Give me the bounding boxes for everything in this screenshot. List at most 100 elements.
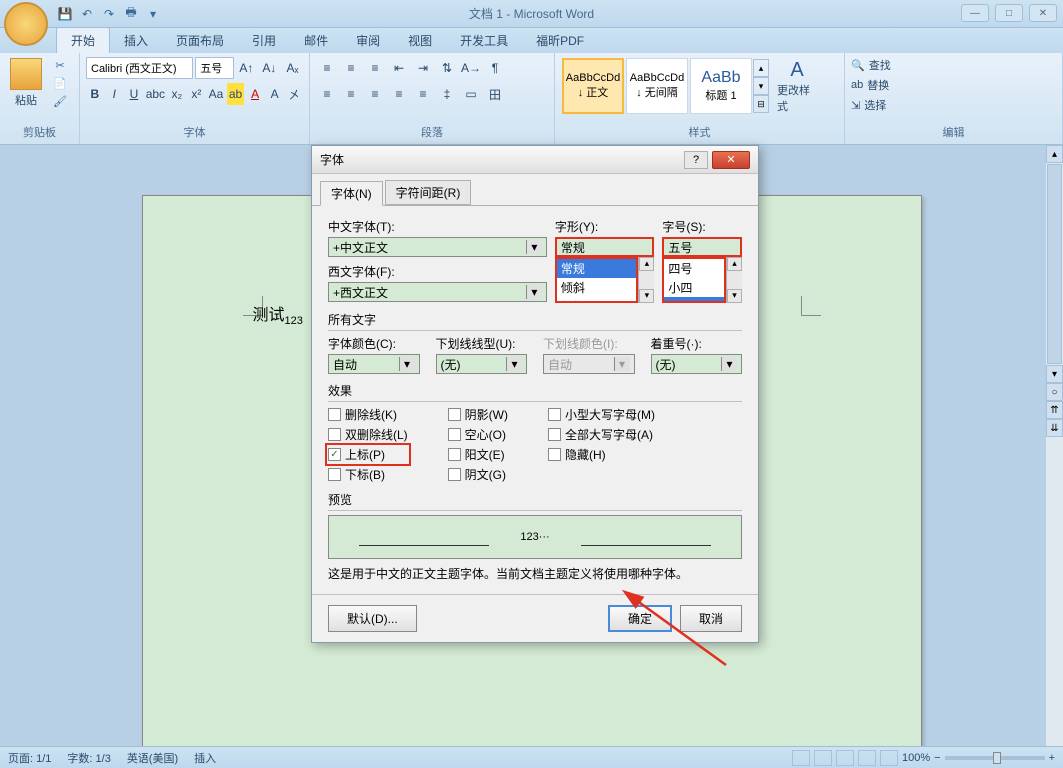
checkbox-engrave[interactable]: 阴文(G)	[448, 466, 508, 483]
paste-button[interactable]: 粘贴	[6, 58, 46, 108]
show-marks-button[interactable]: ¶	[484, 57, 506, 79]
align-left-button[interactable]: ≡	[316, 83, 338, 105]
tab-layout[interactable]: 页面布局	[162, 28, 238, 53]
find-button[interactable]: 🔍查找	[851, 57, 1056, 73]
tab-references[interactable]: 引用	[238, 28, 290, 53]
checkbox-outline[interactable]: 空心(O)	[448, 426, 508, 443]
font-size-selector[interactable]: 五号	[195, 57, 234, 79]
size-option-1[interactable]: 小四	[664, 278, 724, 297]
dialog-close-button[interactable]: ✕	[712, 151, 750, 169]
highlight-button[interactable]: ab	[227, 83, 245, 105]
zoom-in-button[interactable]: +	[1049, 752, 1055, 764]
dialog-help-button[interactable]: ?	[684, 151, 708, 169]
style-more-button[interactable]: ⊟	[753, 95, 769, 113]
dialog-tab-spacing[interactable]: 字符间距(R)	[385, 180, 472, 205]
style-up-button[interactable]: ▴	[753, 59, 769, 77]
subscript-button[interactable]: x₂	[168, 83, 186, 105]
italic-button[interactable]: I	[106, 83, 124, 105]
font-color-combo[interactable]: 自动▾	[328, 354, 420, 374]
change-case-button[interactable]: Aa	[207, 83, 225, 105]
view-draft-button[interactable]	[880, 750, 898, 766]
shrink-font-icon[interactable]: A↓	[259, 57, 280, 79]
bullets-button[interactable]: ≡	[316, 57, 338, 79]
zoom-slider[interactable]	[945, 756, 1045, 760]
document-text[interactable]: 测试123	[253, 301, 303, 327]
select-button[interactable]: ⇲选择	[851, 97, 1056, 113]
checkbox-subscript[interactable]: 下标(B)	[328, 466, 408, 483]
superscript-button[interactable]: x²	[188, 83, 206, 105]
checkbox-superscript[interactable]: ✓上标(P)	[325, 443, 411, 466]
scroll-down-icon[interactable]: ▾	[639, 289, 654, 303]
char-border-button[interactable]: A	[266, 83, 284, 105]
prev-page-button[interactable]: ⇈	[1046, 401, 1063, 419]
save-icon[interactable]: 💾	[56, 5, 74, 23]
checkbox-hidden[interactable]: 隐藏(H)	[548, 446, 655, 463]
redo-icon[interactable]: ↷	[100, 5, 118, 23]
view-print-layout-button[interactable]	[792, 750, 810, 766]
size-option-0[interactable]: 四号	[664, 259, 724, 278]
size-list[interactable]: 四号 小四 五号	[662, 257, 726, 303]
vertical-scrollbar[interactable]: ▴ ▾ ○ ⇈ ⇊	[1045, 145, 1063, 746]
shading-button[interactable]: ▭	[460, 83, 482, 105]
font-name-selector[interactable]: Calibri (西文正文)	[86, 57, 193, 79]
grow-font-icon[interactable]: A↑	[236, 57, 257, 79]
size-input[interactable]: 五号	[662, 237, 742, 257]
view-outline-button[interactable]	[858, 750, 876, 766]
view-fullscreen-button[interactable]	[814, 750, 832, 766]
zoom-slider-thumb[interactable]	[993, 752, 1001, 764]
status-words[interactable]: 字数: 1/3	[67, 750, 110, 766]
undo-icon[interactable]: ↶	[78, 5, 96, 23]
tab-home[interactable]: 开始	[56, 27, 110, 53]
borders-button[interactable]: 田	[484, 83, 506, 105]
replace-button[interactable]: ab替换	[851, 77, 1056, 93]
checkbox-smallcaps[interactable]: 小型大写字母(M)	[548, 406, 655, 423]
strike-button[interactable]: abc	[145, 83, 166, 105]
change-styles-button[interactable]: A 更改样式	[777, 59, 817, 114]
scroll-up-icon[interactable]: ▴	[639, 257, 654, 271]
zoom-out-button[interactable]: −	[934, 752, 940, 764]
clear-format-icon[interactable]: Aₓ	[282, 57, 303, 79]
style-input[interactable]: 常规	[555, 237, 655, 257]
office-button[interactable]	[4, 2, 48, 46]
cut-icon[interactable]: ✂	[51, 57, 69, 73]
checkbox-dstrike[interactable]: 双删除线(L)	[328, 426, 408, 443]
underline-style-combo[interactable]: (无)▾	[436, 354, 528, 374]
style-down-button[interactable]: ▾	[753, 77, 769, 95]
underline-button[interactable]: U	[125, 83, 143, 105]
font-color-button[interactable]: A	[246, 83, 264, 105]
status-insert[interactable]: 插入	[194, 750, 216, 766]
decrease-indent-button[interactable]: ⇤	[388, 57, 410, 79]
style-list[interactable]: 常规 倾斜 加粗	[555, 257, 639, 303]
tab-foxit[interactable]: 福昕PDF	[522, 28, 598, 53]
multilevel-button[interactable]: ≡	[364, 57, 386, 79]
tab-review[interactable]: 审阅	[342, 28, 394, 53]
style-heading1[interactable]: AaBb 标题 1	[690, 58, 752, 114]
checkbox-allcaps[interactable]: 全部大写字母(A)	[548, 426, 655, 443]
view-web-button[interactable]	[836, 750, 854, 766]
qat-dropdown-icon[interactable]: ▾	[144, 5, 162, 23]
sort-button[interactable]: ⇅	[436, 57, 458, 79]
default-button[interactable]: 默认(D)...	[328, 605, 417, 632]
tab-developer[interactable]: 开发工具	[446, 28, 522, 53]
copy-icon[interactable]: 📄	[51, 75, 69, 91]
browse-object-button[interactable]: ○	[1046, 383, 1063, 401]
tab-view[interactable]: 视图	[394, 28, 446, 53]
style-option-regular[interactable]: 常规	[557, 259, 637, 278]
align-right-button[interactable]: ≡	[364, 83, 386, 105]
style-nospacing[interactable]: AaBbCcDd ↓ 无间隔	[626, 58, 688, 114]
close-button[interactable]: ✕	[1029, 4, 1057, 22]
increase-indent-button[interactable]: ⇥	[412, 57, 434, 79]
dialog-tab-font[interactable]: 字体(N)	[320, 181, 383, 206]
size-option-2[interactable]: 五号	[664, 297, 724, 303]
format-painter-icon[interactable]: 🖌	[51, 93, 69, 109]
scroll-thumb[interactable]	[1047, 164, 1062, 364]
tab-mailings[interactable]: 邮件	[290, 28, 342, 53]
line-spacing-button[interactable]: ‡	[436, 83, 458, 105]
numbering-button[interactable]: ≡	[340, 57, 362, 79]
align-center-button[interactable]: ≡	[340, 83, 362, 105]
phonetic-button[interactable]: 㐅	[285, 83, 303, 105]
print-icon[interactable]: 🖶	[122, 5, 140, 23]
distribute-button[interactable]: ≡	[412, 83, 434, 105]
checkbox-strike[interactable]: 删除线(K)	[328, 406, 408, 423]
status-page[interactable]: 页面: 1/1	[8, 750, 51, 766]
